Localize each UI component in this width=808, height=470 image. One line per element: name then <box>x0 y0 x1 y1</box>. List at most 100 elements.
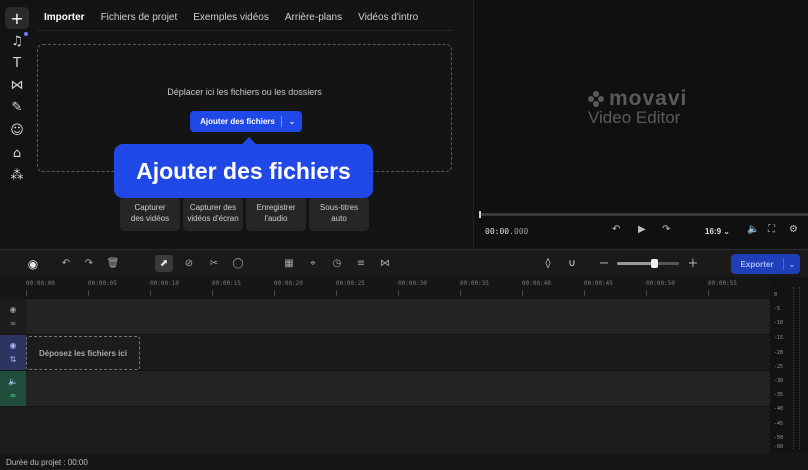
add-media-icon[interactable]: + <box>5 7 29 29</box>
ruler-tick <box>584 290 585 296</box>
meter-label: -25 <box>774 364 784 370</box>
add-files-button[interactable]: Ajouter des fichiers ⌄ <box>190 111 302 132</box>
ruler-tick <box>26 290 27 296</box>
marker-icon[interactable]: ◯ <box>229 255 247 272</box>
ruler-label: 00:00:35 <box>460 280 489 287</box>
fullscreen-icon[interactable]: ⛶ <box>768 224 775 235</box>
empty-timeline-area[interactable] <box>0 407 770 453</box>
meter-label: -20 <box>774 350 784 356</box>
export-label: Exporter <box>740 259 774 269</box>
tab-importer[interactable]: Importer <box>44 12 85 23</box>
transitions-icon[interactable]: ⋈ <box>5 74 29 96</box>
video-track-header: ◉ ⇅ <box>0 335 26 370</box>
meter-label: -50 <box>774 435 784 441</box>
link-icon[interactable]: ∞ <box>10 319 17 328</box>
tabs-divider <box>38 30 452 31</box>
meter-label: -45 <box>774 421 784 427</box>
volume-icon[interactable]: 🔈 <box>747 224 759 235</box>
audio-track[interactable] <box>26 371 770 406</box>
titles-icon[interactable]: T <box>5 52 29 74</box>
transition-icon[interactable]: ⋈ <box>376 255 394 272</box>
elements-icon[interactable]: ⌂ <box>5 142 29 164</box>
auto-subtitles-button[interactable]: Sous-titres auto <box>309 196 369 231</box>
tab-intro-videos[interactable]: Vidéos d'intro <box>358 12 418 23</box>
ruler-tick <box>398 290 399 296</box>
magnet-icon[interactable]: ∪ <box>563 255 581 272</box>
audio-link-icon[interactable]: ⇅ <box>10 355 17 364</box>
filters-icon[interactable]: ✎ <box>5 96 29 118</box>
meter-label: -10 <box>774 320 784 326</box>
audio-level-meter: 0 -5 -10 -15 -20 -25 -30 -35 -40 -45 -50… <box>770 277 808 453</box>
previous-frame-icon[interactable]: ↶ <box>612 224 620 235</box>
export-button[interactable]: Exporter ⌄ <box>731 254 800 274</box>
overlay-track[interactable] <box>26 299 770 334</box>
ruler-label: 00:00:30 <box>398 280 427 287</box>
capture-video-button[interactable]: Capturer des vidéos <box>120 196 180 231</box>
meter-label: -15 <box>774 335 784 341</box>
adjust-icon[interactable]: ≡ <box>352 255 370 272</box>
speaker-icon[interactable]: 🔈 <box>8 377 18 386</box>
ruler-label: 00:00:55 <box>708 280 737 287</box>
aspect-ratio-select[interactable]: 16:9 ⌄ <box>705 227 730 236</box>
ruler-tick <box>88 290 89 296</box>
meter-label: -35 <box>774 392 784 398</box>
timeline-ruler[interactable]: 00:00:00 00:00:05 00:00:10 00:00:15 00:0… <box>0 277 770 298</box>
audio-track-header: 🔈 ∞ <box>0 371 26 406</box>
dropzone-text: Déplacer ici les fichiers ou les dossier… <box>167 87 322 97</box>
stickers-icon[interactable]: ☺ <box>5 119 29 141</box>
clip-properties-icon[interactable]: ▦ <box>280 255 298 272</box>
ruler-tick <box>336 290 337 296</box>
import-panel: Importer Fichiers de projet Exemples vid… <box>34 0 472 248</box>
preview-seekbar[interactable] <box>479 211 808 218</box>
tab-project-files[interactable]: Fichiers de projet <box>101 12 178 23</box>
disable-icon[interactable]: ⊘ <box>180 255 198 272</box>
timecode: 00:00.000 <box>485 227 529 236</box>
ruler-label: 00:00:45 <box>584 280 613 287</box>
next-frame-icon[interactable]: ↷ <box>662 224 670 235</box>
more-tools-icon[interactable]: ⁂ <box>5 164 29 186</box>
record-audio-button[interactable]: Enregistrer l'audio <box>246 196 306 231</box>
eye-icon[interactable]: ◉ <box>10 341 17 350</box>
record-icon[interactable]: ◉ <box>24 255 42 272</box>
zoom-in-icon[interactable]: + <box>684 255 702 272</box>
eye-icon[interactable]: ◉ <box>10 305 17 314</box>
ruler-label: 00:00:15 <box>212 280 241 287</box>
select-tool-icon[interactable]: ⬈ <box>155 255 173 272</box>
ruler-tick <box>460 290 461 296</box>
ruler-label: 00:00:25 <box>336 280 365 287</box>
delete-icon[interactable]: 🗑 <box>104 255 122 272</box>
ruler-label: 00:00:20 <box>274 280 303 287</box>
speed-icon[interactable]: ◷ <box>328 255 346 272</box>
link-icon[interactable]: ∞ <box>10 391 17 400</box>
screen-capture-button[interactable]: Capturer des vidéos d'écran <box>183 196 243 231</box>
ruler-label: 00:00:00 <box>26 280 55 287</box>
logo-subtitle: Video Editor <box>588 108 681 127</box>
tab-backgrounds[interactable]: Arrière-plans <box>285 12 342 23</box>
voice-icon[interactable]: ◊ <box>539 255 557 272</box>
ruler-label: 00:00:10 <box>150 280 179 287</box>
ruler-tick <box>212 290 213 296</box>
zoom-slider-knob[interactable] <box>651 259 658 268</box>
crop-icon[interactable]: ⌖ <box>304 255 322 272</box>
project-duration: Durée du projet : 00:00 <box>6 458 88 467</box>
ruler-tick <box>150 290 151 296</box>
meter-label: 0 <box>774 292 778 298</box>
undo-icon[interactable]: ↶ <box>57 255 75 272</box>
ruler-label: 00:00:40 <box>522 280 551 287</box>
chevron-down-icon[interactable]: ⌄ <box>282 117 302 126</box>
seek-knob[interactable] <box>479 211 481 218</box>
cut-icon[interactable]: ✂ <box>205 255 223 272</box>
play-icon[interactable]: ▶ <box>638 224 646 235</box>
redo-icon[interactable]: ↷ <box>80 255 98 272</box>
zoom-out-icon[interactable]: − <box>595 255 613 272</box>
meter-label: -5 <box>774 306 781 312</box>
tab-sample-videos[interactable]: Exemples vidéos <box>193 12 269 23</box>
ruler-tick <box>646 290 647 296</box>
zoom-slider[interactable] <box>617 259 679 268</box>
ruler-tick <box>708 290 709 296</box>
settings-gear-icon[interactable]: ⚙ <box>789 224 798 235</box>
music-icon[interactable]: ♫ <box>5 30 29 52</box>
track-drop-target[interactable]: Déposez les fichiers ici <box>26 336 140 370</box>
export-chevron-icon[interactable]: ⌄ <box>784 260 800 269</box>
zoom-slider-fill <box>617 262 655 265</box>
